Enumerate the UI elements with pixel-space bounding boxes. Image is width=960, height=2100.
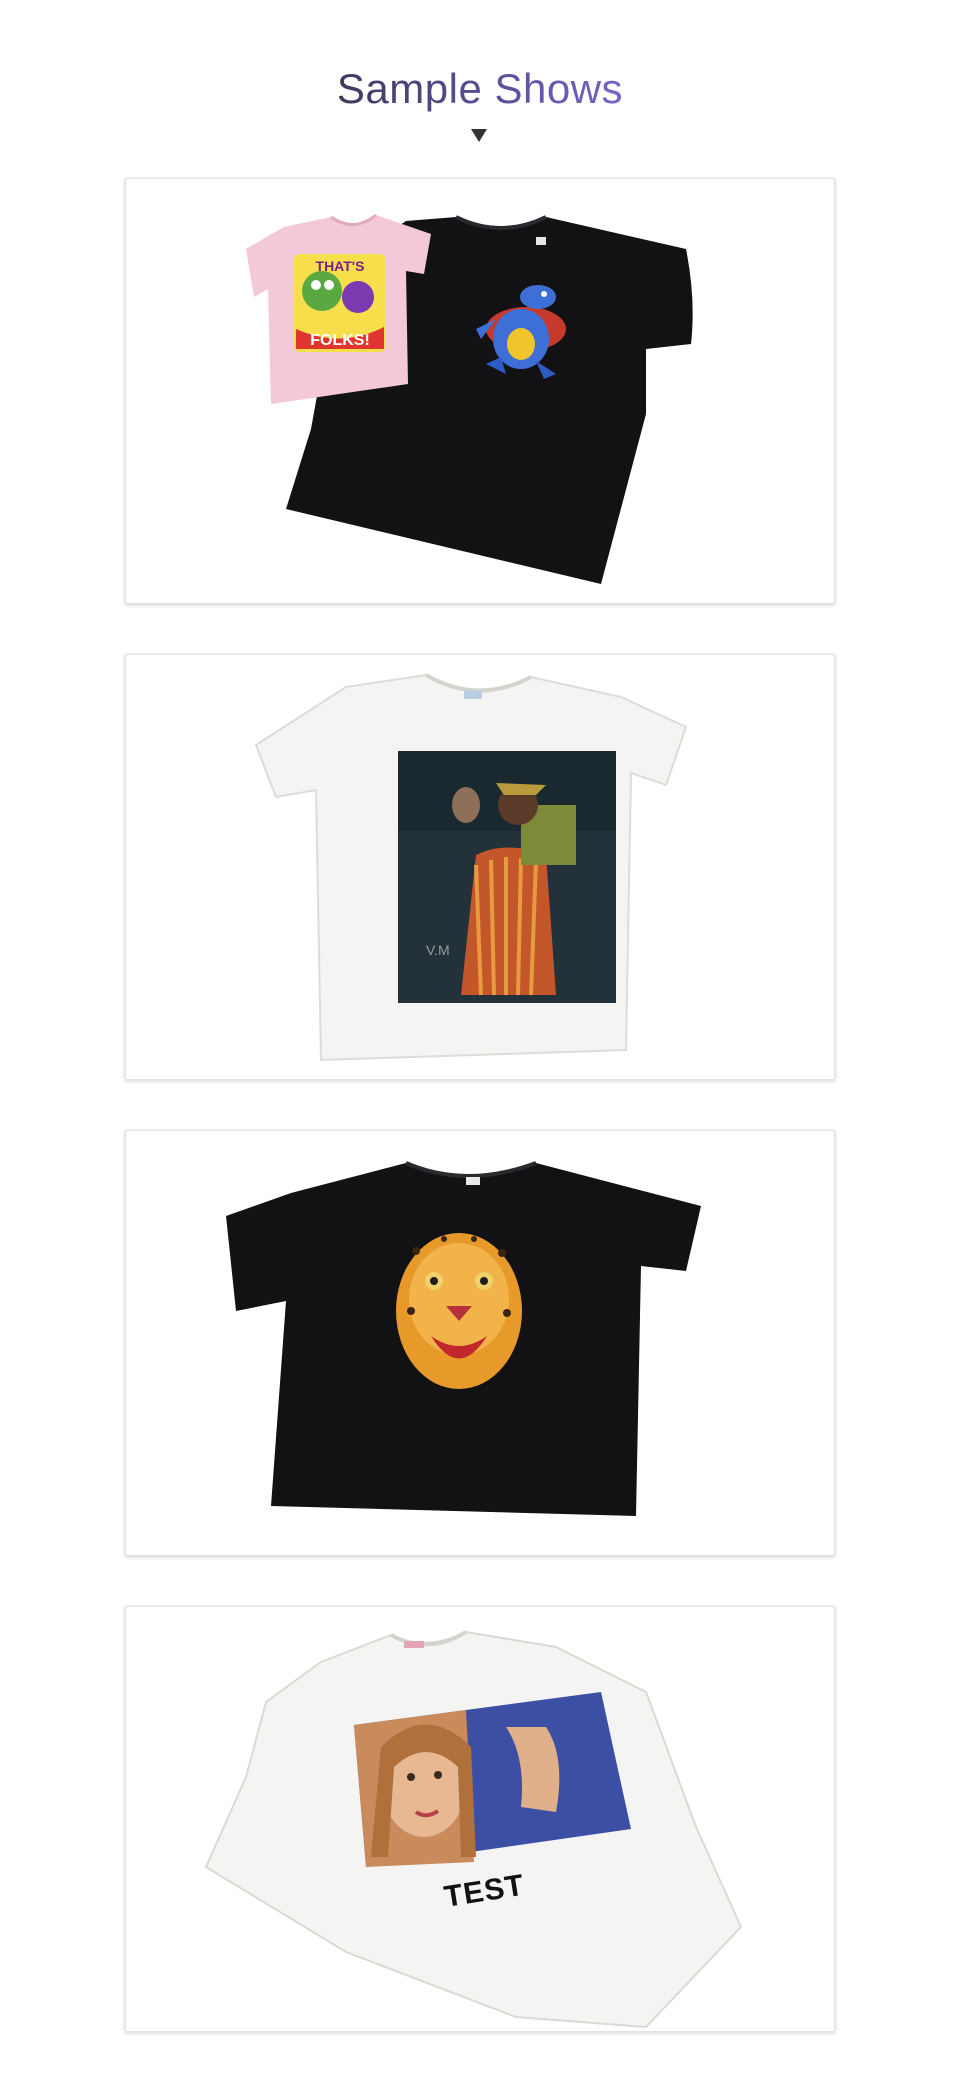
- leopard-print-graphic: [396, 1233, 522, 1389]
- thats-folks-print-graphic: THAT'S FOLKS!: [294, 254, 386, 352]
- sample-image-black-shirt-leopard: [226, 1161, 701, 1516]
- svg-text:FOLKS!: FOLKS!: [310, 332, 370, 349]
- page-title: Sample Shows: [336, 65, 624, 112]
- portrait-print-graphic: V.M: [398, 751, 616, 1003]
- sample-image-white-shirt-portrait: V.M: [254, 673, 688, 1062]
- sample-image-pink-black-shirts: THAT'S FOLKS!: [246, 213, 693, 584]
- sample-card-1: THAT'S FOLKS!: [125, 178, 835, 604]
- svg-text:THAT'S: THAT'S: [316, 258, 365, 274]
- caret-down-icon: [471, 129, 487, 142]
- svg-text:V.M: V.M: [426, 942, 450, 958]
- sample-card-4: TEST: [125, 1606, 835, 2032]
- sample-card-3: [125, 1130, 835, 1556]
- sample-card-2: V.M: [125, 654, 835, 1080]
- sample-image-white-shirt-photo: TEST: [204, 1630, 743, 2029]
- section-header: Sample Shows: [0, 65, 960, 112]
